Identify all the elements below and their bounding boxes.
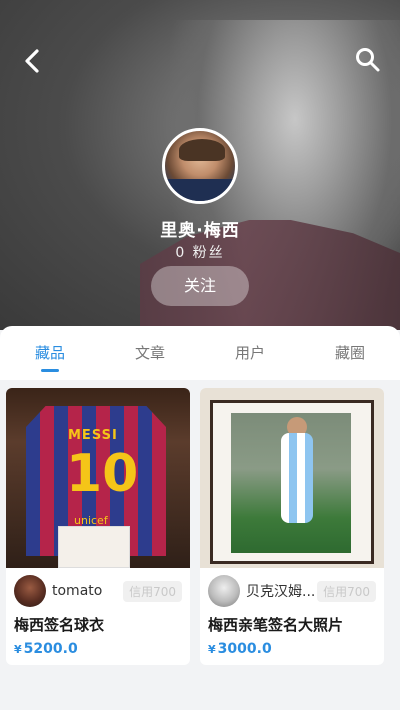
avatar-hair xyxy=(179,139,225,161)
jersey-number-text: 10 xyxy=(66,444,139,504)
certificate-card xyxy=(58,526,130,568)
item-image-photo[interactable] xyxy=(200,388,384,568)
tab-articles[interactable]: 文章 xyxy=(100,326,200,380)
tab-label: 藏品 xyxy=(34,344,65,362)
currency-symbol: ¥ xyxy=(208,643,216,656)
photo-graphic xyxy=(231,413,351,553)
credit-badge: 信用700 xyxy=(123,580,182,602)
collection-card[interactable]: 贝克汉姆... 信用700 梅西亲笔签名大照片 ¥3000.0 xyxy=(200,388,384,665)
search-icon xyxy=(356,48,380,72)
tab-bar: 藏品 文章 用户 藏圈 xyxy=(0,326,400,380)
player-figure xyxy=(281,433,313,523)
search-button[interactable] xyxy=(354,46,382,74)
seller-row[interactable]: tomato 信用700 xyxy=(14,574,182,608)
profile-avatar[interactable] xyxy=(162,128,238,204)
currency-symbol: ¥ xyxy=(14,643,22,656)
avatar-shirt xyxy=(165,179,235,201)
tab-collections[interactable]: 藏品 xyxy=(0,326,100,380)
card-meta: tomato 信用700 梅西签名球衣 ¥5200.0 xyxy=(6,568,190,665)
item-price: ¥5200.0 xyxy=(14,641,182,657)
profile-header: 里奥·梅西 0 粉丝 关注 xyxy=(0,0,400,330)
card-meta: 贝克汉姆... 信用700 梅西亲笔签名大照片 ¥3000.0 xyxy=(200,568,384,665)
follow-button[interactable]: 关注 xyxy=(151,266,249,306)
tab-label: 藏圈 xyxy=(334,344,365,362)
seller-name: tomato xyxy=(52,583,103,599)
active-tab-indicator xyxy=(41,369,59,372)
credit-badge: 信用700 xyxy=(317,580,376,602)
collection-card[interactable]: MESSI 10 unicef tomato 信用700 梅西签名球衣 ¥520… xyxy=(6,388,190,665)
tab-users[interactable]: 用户 xyxy=(200,326,300,380)
item-image-jersey[interactable]: MESSI 10 unicef xyxy=(6,388,190,568)
back-button[interactable] xyxy=(18,46,48,76)
jersey-name-text: MESSI xyxy=(68,428,118,443)
seller-avatar[interactable] xyxy=(14,575,46,607)
chevron-left-icon xyxy=(25,49,39,73)
tab-label: 文章 xyxy=(134,344,165,362)
item-price: ¥3000.0 xyxy=(208,641,376,657)
photo-frame xyxy=(210,400,374,564)
tab-circles[interactable]: 藏圈 xyxy=(300,326,400,380)
price-value: 3000.0 xyxy=(217,641,272,657)
collection-grid: MESSI 10 unicef tomato 信用700 梅西签名球衣 ¥520… xyxy=(0,380,400,665)
fans-count: 0 粉丝 xyxy=(175,245,225,261)
item-title: 梅西签名球衣 xyxy=(14,616,105,634)
profile-name: 里奥·梅西 xyxy=(160,221,240,241)
seller-name: 贝克汉姆... xyxy=(246,584,316,600)
seller-avatar[interactable] xyxy=(208,575,240,607)
tab-label: 用户 xyxy=(234,344,265,362)
item-title: 梅西亲笔签名大照片 xyxy=(208,616,344,634)
seller-row[interactable]: 贝克汉姆... 信用700 xyxy=(208,574,376,608)
price-value: 5200.0 xyxy=(23,641,78,657)
